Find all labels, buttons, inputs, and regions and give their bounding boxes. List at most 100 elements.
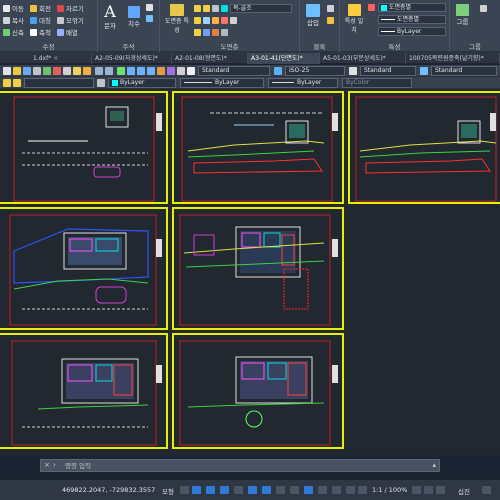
- plot-style-dropdown[interactable]: ByColor: [342, 78, 412, 88]
- file-tab[interactable]: A2-05-09(자경상세도)*: [92, 53, 172, 64]
- make-current-icon[interactable]: [194, 16, 201, 24]
- viewport[interactable]: [172, 207, 344, 330]
- layer-group-title[interactable]: 도면층: [160, 41, 299, 51]
- make-object-layer-current-icon[interactable]: [97, 79, 105, 87]
- dynamic-ucs-icon[interactable]: [332, 486, 341, 494]
- print-icon[interactable]: [33, 67, 41, 75]
- fillet-icon[interactable]: [56, 16, 64, 24]
- object-snap-tracking-icon[interactable]: [248, 486, 257, 494]
- annotation-visibility-icon[interactable]: [346, 486, 355, 494]
- text-button[interactable]: A 문자: [104, 4, 116, 31]
- file-tab[interactable]: 100705목련원종축(날기향)*: [406, 53, 500, 64]
- layer-thaw-icon[interactable]: [194, 28, 201, 36]
- command-line[interactable]: × › 명령 입력 ▴: [40, 459, 440, 472]
- table-style-dropdown[interactable]: Standard: [360, 66, 416, 76]
- layer-properties-button[interactable]: 도면층 특성: [164, 4, 190, 34]
- viewport[interactable]: [0, 207, 168, 330]
- color-control-dropdown[interactable]: ByLayer: [108, 78, 176, 88]
- match-layer-icon[interactable]: [203, 16, 210, 24]
- units-readout[interactable]: 십진: [458, 486, 470, 496]
- isodraft-icon[interactable]: [234, 486, 243, 494]
- annotation-group-title[interactable]: 주석: [98, 41, 159, 51]
- layer-dropdown[interactable]: 복-골조: [230, 3, 292, 13]
- open-icon[interactable]: [13, 67, 21, 75]
- new-icon[interactable]: [3, 67, 11, 75]
- ortho-icon[interactable]: [206, 486, 215, 494]
- file-tab-active[interactable]: A3-01-41(단면도)*: [248, 53, 320, 64]
- viewport[interactable]: [172, 91, 344, 204]
- layer-walk-icon[interactable]: [203, 28, 210, 36]
- trim-icon[interactable]: [56, 4, 64, 12]
- 3d-osnap-icon[interactable]: [318, 486, 327, 494]
- viewport[interactable]: [348, 91, 500, 204]
- scale-icon[interactable]: [29, 28, 37, 36]
- match-properties-button[interactable]: 특성 일치: [343, 4, 365, 34]
- drawing-canvas[interactable]: [0, 89, 500, 455]
- isolate-icon[interactable]: [212, 16, 219, 24]
- dim-style-dropdown[interactable]: ISO-25: [285, 66, 345, 76]
- modify-group-title[interactable]: 수정: [0, 41, 97, 51]
- snap-icon[interactable]: [192, 486, 201, 494]
- annotation-monitor-icon[interactable]: [424, 486, 433, 494]
- viewport[interactable]: [0, 91, 168, 204]
- layer-off-icon[interactable]: [230, 16, 237, 24]
- layer-delete-icon[interactable]: [221, 28, 228, 36]
- match-prop-icon[interactable]: [83, 67, 91, 75]
- units-icon[interactable]: [436, 486, 445, 494]
- chevron-up-icon[interactable]: ▴: [432, 461, 436, 469]
- scale-readout[interactable]: 1:1 / 100%: [372, 486, 407, 494]
- pan-icon[interactable]: [117, 67, 125, 75]
- layer-lock-icon[interactable]: [212, 4, 219, 12]
- viewport[interactable]: [0, 333, 168, 449]
- unisolate-icon[interactable]: [221, 16, 228, 24]
- copy-icon[interactable]: [3, 16, 10, 24]
- layer-merge-icon[interactable]: [212, 28, 219, 36]
- rotate-icon[interactable]: [29, 4, 37, 12]
- close-icon[interactable]: ×: [53, 55, 58, 62]
- viewport[interactable]: [172, 333, 344, 449]
- table-icon[interactable]: [146, 4, 153, 11]
- cut-icon[interactable]: [53, 67, 61, 75]
- polar-icon[interactable]: [220, 486, 229, 494]
- create-block-icon[interactable]: [327, 5, 334, 12]
- layer-on-icon[interactable]: [194, 4, 201, 12]
- lineweight-dropdown[interactable]: ByLayer: [378, 27, 446, 36]
- properties-group-title[interactable]: 특성: [340, 41, 449, 51]
- group-button[interactable]: 그룹: [456, 4, 469, 26]
- undo-icon[interactable]: [95, 67, 103, 75]
- zoom-realtime-icon[interactable]: [127, 67, 135, 75]
- lineweight-icon[interactable]: [276, 486, 285, 494]
- zoom-window-icon[interactable]: [137, 67, 145, 75]
- dimension-button[interactable]: 치수: [128, 6, 140, 28]
- plot-preview-icon[interactable]: [43, 67, 51, 75]
- array-icon[interactable]: [56, 28, 64, 36]
- stretch-icon[interactable]: [3, 28, 10, 36]
- save-icon[interactable]: [23, 67, 31, 75]
- linetype-dropdown[interactable]: 도면층별: [378, 15, 446, 24]
- model-space-button[interactable]: 모형: [162, 486, 174, 496]
- move-icon[interactable]: [3, 4, 10, 12]
- file-tab[interactable]: A5-01-03(부분상세도)*: [320, 53, 406, 64]
- annotation-scale-icon[interactable]: [358, 486, 367, 494]
- customization-menu-icon[interactable]: [482, 486, 491, 494]
- text-style-dropdown[interactable]: Standard: [198, 66, 270, 76]
- block-group-title[interactable]: 블록: [300, 41, 339, 51]
- object-snap-icon[interactable]: [262, 486, 271, 494]
- linetype-control-dropdown[interactable]: ByLayer: [180, 78, 264, 88]
- tool-palette-icon[interactable]: [177, 67, 185, 75]
- file-tab[interactable]: 1.dxf* ×: [30, 53, 92, 64]
- layer-control-dropdown[interactable]: [24, 78, 94, 88]
- file-tab[interactable]: A2-01-08(형면도)*: [172, 53, 248, 64]
- insert-block-button[interactable]: 삽입: [306, 4, 320, 27]
- edit-block-icon[interactable]: [327, 17, 334, 24]
- leader-icon[interactable]: [146, 15, 153, 22]
- layer-freeze-icon[interactable]: [203, 4, 210, 12]
- properties-icon[interactable]: [157, 67, 165, 75]
- coordinate-readout[interactable]: 469822.2047, -729832.3557: [62, 486, 155, 494]
- zoom-previous-icon[interactable]: [147, 67, 155, 75]
- design-center-icon[interactable]: [167, 67, 175, 75]
- layer-state-icon[interactable]: [13, 79, 21, 87]
- close-icon[interactable]: ×: [44, 461, 50, 469]
- layer-manager-icon[interactable]: [3, 79, 11, 87]
- command-input[interactable]: 명령 입력: [65, 461, 91, 471]
